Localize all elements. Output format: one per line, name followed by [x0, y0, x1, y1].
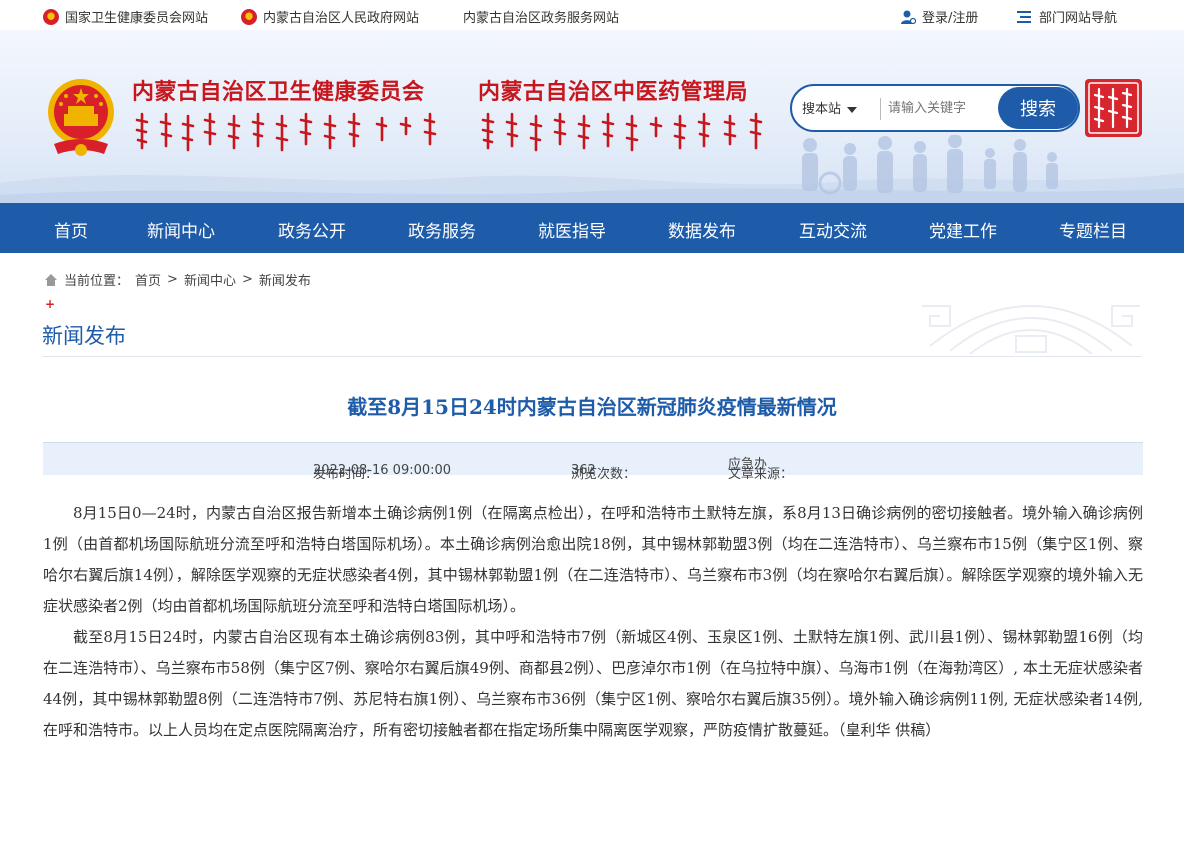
national-emblem-icon [241, 8, 257, 25]
nav-data-release[interactable]: 数据发布 [668, 217, 736, 242]
link-gov-label[interactable]: 内蒙古自治区人民政府网站 [263, 7, 419, 26]
breadcrumb-separator: > [241, 272, 253, 287]
link-nhc[interactable]: 国家卫生健康委员会网站 [43, 7, 208, 26]
nav-party-building[interactable]: 党建工作 [929, 217, 997, 242]
nav-news-center[interactable]: 新闻中心 [147, 217, 215, 242]
link-service[interactable]: 内蒙古自治区政务服务网站 [463, 7, 619, 26]
dept-nav-label[interactable]: 部门网站导航 [1039, 7, 1117, 26]
state-emblem-logo [48, 79, 114, 156]
nav-government-services[interactable]: 政务服务 [408, 217, 476, 242]
breadcrumb: 当前位置： 首页 > 新闻中心 > 新闻发布 [44, 270, 311, 289]
link-service-label[interactable]: 内蒙古自治区政务服务网站 [463, 7, 619, 26]
breadcrumb-news-center[interactable]: 新闻中心 [184, 270, 236, 289]
article-title: 截至8月15日24时内蒙古自治区新冠肺炎疫情最新情况 [347, 395, 837, 419]
login-link[interactable]: 登录/注册 [900, 7, 978, 26]
search-button[interactable]: 搜索 [998, 87, 1078, 129]
top-bar: 国家卫生健康委员会网站 内蒙古自治区人民政府网站 内蒙古自治区政务服务网站 登录… [0, 0, 1184, 30]
publish-time-value: 2022-08-16 09:00:00 [313, 463, 452, 478]
user-icon [901, 10, 916, 24]
article-meta: 发布时间： 2022-08-16 09:00:00 浏览次数： 362 文章来源：应… [43, 442, 1143, 482]
view-count-value: 362 [571, 463, 596, 478]
header-title-health-commission: 内蒙古自治区卫生健康委员会 [132, 80, 425, 105]
nav-interaction[interactable]: 互动交流 [799, 217, 867, 242]
section-divider [42, 356, 1142, 357]
breadcrumb-prefix: 当前位置： [64, 274, 130, 289]
chevron-down-icon [847, 106, 858, 113]
dept-nav-link[interactable]: 部门网站导航 [1017, 7, 1117, 26]
search-scope-select[interactable]: 搜本站 [802, 98, 858, 117]
family-silhouette-icon [802, 135, 1058, 195]
article-body: 8月15日0—24时，内蒙古自治区报告新增本土确诊病例1例（在隔离点检出），在呼… [43, 498, 1143, 746]
section-title: 新闻发布 [42, 324, 126, 348]
search-input[interactable] [888, 94, 994, 122]
list-icon [1017, 10, 1031, 23]
article-source-label: 文章来源： [728, 467, 794, 482]
header-title-tcm-bureau: 内蒙古自治区中医药管理局 [478, 80, 749, 105]
breadcrumb-separator: > [167, 272, 178, 287]
article-paragraph: 8月15日0—24时，内蒙古自治区报告新增本土确诊病例1例（在隔离点检出），在呼… [43, 504, 1143, 615]
search-scope-label: 搜本站 [802, 102, 842, 117]
decorative-pattern-icon [922, 304, 1140, 355]
search-box: 搜本站 搜索 [790, 84, 1080, 132]
link-gov[interactable]: 内蒙古自治区人民政府网站 [241, 7, 419, 26]
link-nhc-label[interactable]: 国家卫生健康委员会网站 [65, 7, 208, 26]
article-source: 文章来源： 应急办 [728, 453, 793, 482]
nav-special-topics[interactable]: 专题栏目 [1059, 217, 1127, 242]
login-label[interactable]: 登录/注册 [922, 7, 978, 26]
section-plus-mark: + [45, 297, 56, 311]
breadcrumb-home[interactable]: 首页 [135, 270, 161, 289]
breadcrumb-news-release[interactable]: 新闻发布 [259, 270, 311, 289]
main-nav: 首页 新闻中心 政务公开 政务服务 就医指导 数据发布 互动交流 党建工作 专题… [0, 203, 1184, 253]
article-paragraph: 截至8月15日24时，内蒙古自治区现有本土确诊病例83例，其中呼和浩特市7例（新… [43, 628, 1143, 739]
nav-medical-guide[interactable]: 就医指导 [538, 217, 606, 242]
header-banner: 内蒙古自治区卫生健康委员会 内蒙古自治区中医药管理局 搜本站 请输入关键字 搜索 [0, 30, 1184, 203]
nav-government-affairs[interactable]: 政务公开 [278, 217, 346, 242]
mongolian-seal-logo [1085, 79, 1142, 137]
mongolian-script-title-left [135, 112, 437, 152]
home-icon [45, 273, 57, 286]
mongolian-script-title-right [481, 112, 763, 152]
nav-home[interactable]: 首页 [54, 217, 88, 242]
search-divider [880, 98, 881, 120]
national-emblem-icon [43, 8, 59, 25]
